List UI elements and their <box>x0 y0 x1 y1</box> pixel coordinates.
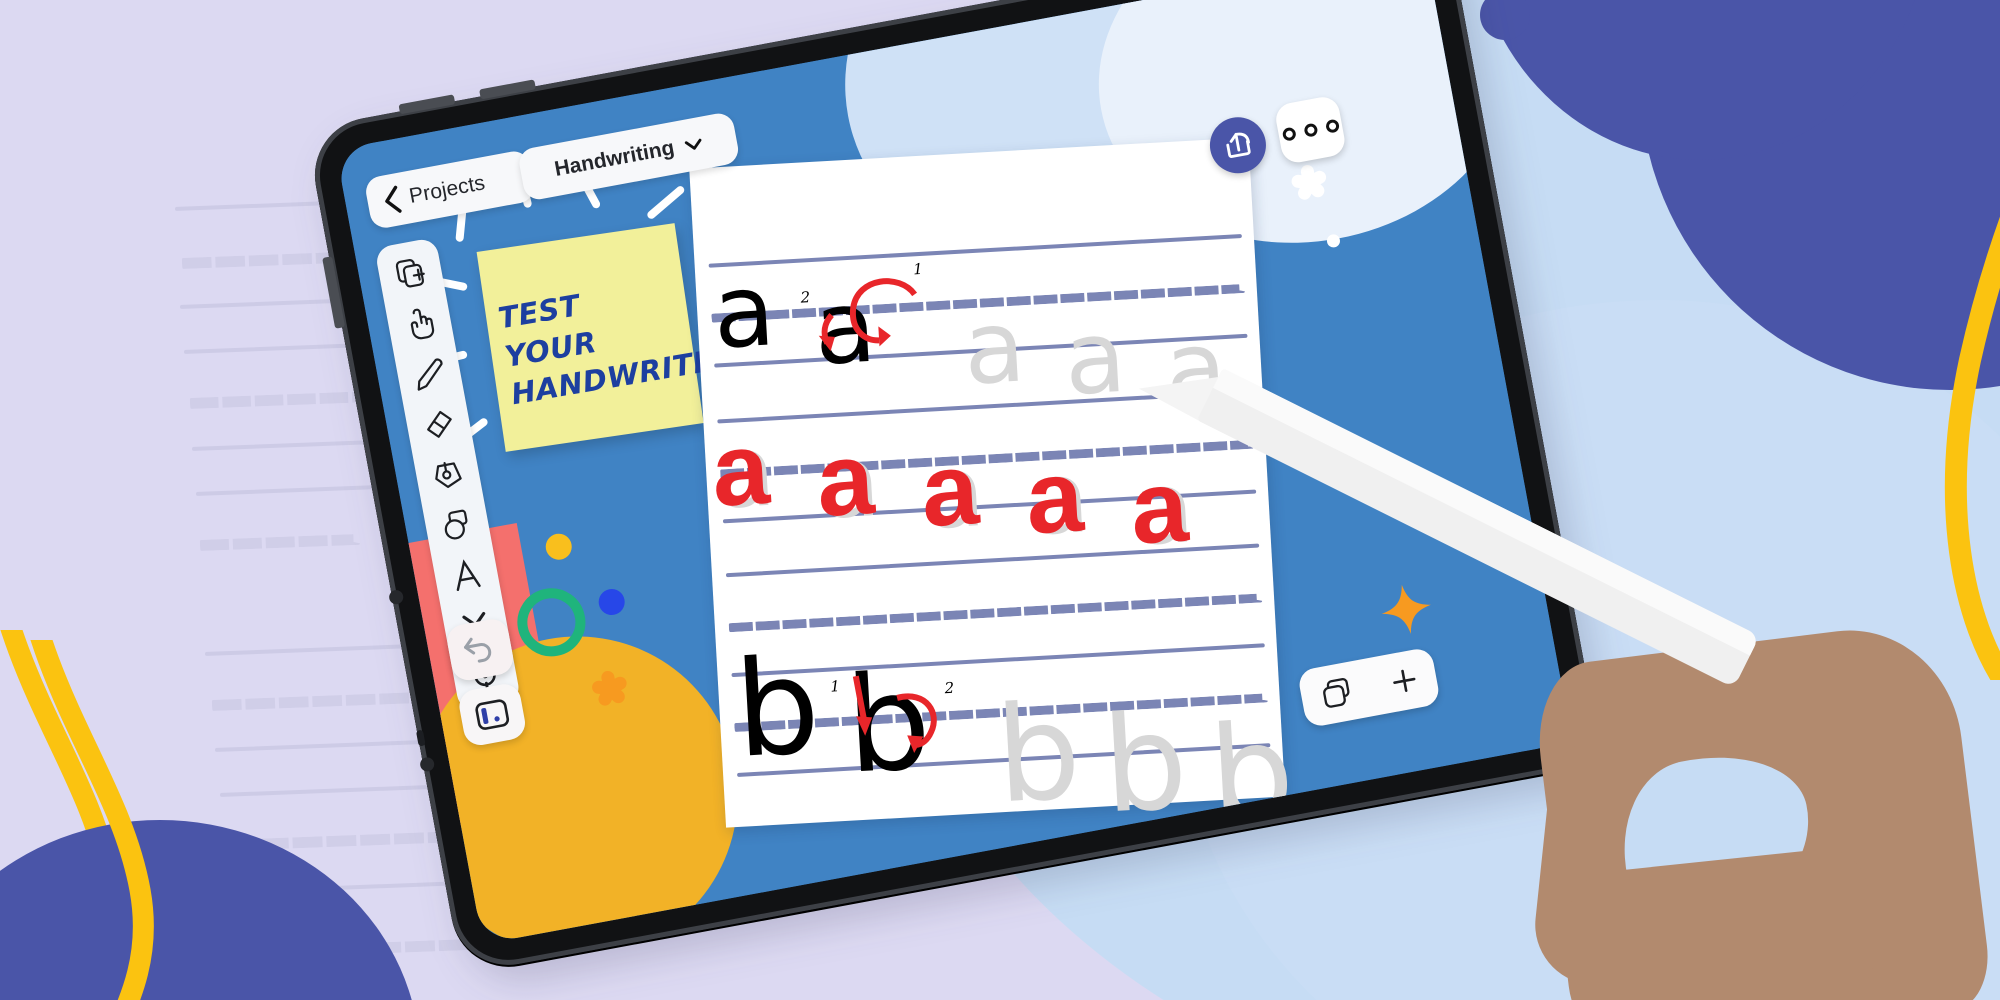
model-letter: b <box>731 629 824 788</box>
sticky-note[interactable]: Test Your Handwriting <box>476 223 756 452</box>
trace-letter: a <box>1061 297 1129 418</box>
eraser-icon <box>427 410 452 438</box>
more-dots-icon <box>1324 118 1340 134</box>
shapes-icon <box>444 509 468 540</box>
back-to-projects-label: Projects <box>407 171 487 208</box>
pages-icon[interactable] <box>1317 675 1356 713</box>
ink-letter: a <box>1127 448 1191 566</box>
hand-icon <box>410 308 435 340</box>
shape-tool[interactable] <box>430 498 484 552</box>
stroke-arrow-icon <box>852 675 937 754</box>
add-page-tool[interactable] <box>384 247 438 301</box>
text-a-icon <box>456 559 481 592</box>
eraser-tool[interactable] <box>412 398 466 452</box>
handwriting-worksheet[interactable]: a a 2 1 a a a a a a a a a a a a a b b 1 … <box>689 137 1298 853</box>
more-options-button[interactable] <box>1273 94 1348 166</box>
rule-line <box>708 233 1242 268</box>
canvas-white-flower-icon <box>1285 159 1336 210</box>
stroke-arrow-icon <box>818 278 918 352</box>
ink-letter: a <box>1022 438 1086 556</box>
trace-letter: b <box>1098 684 1192 844</box>
ink-letter: a <box>918 431 982 549</box>
background-yellow-curve-left-2 <box>30 640 154 1000</box>
share-icon <box>1226 132 1251 158</box>
ink-drop-icon <box>435 462 462 488</box>
add-page-icon <box>395 259 425 288</box>
pen-tool[interactable] <box>402 348 456 402</box>
pen-icon <box>417 358 443 391</box>
ink-letter: a <box>708 410 772 528</box>
ink-tool[interactable] <box>421 448 475 502</box>
model-letter: a <box>710 251 778 372</box>
chevron-left-icon <box>385 185 402 213</box>
hand-with-stylus <box>1480 560 2000 1000</box>
star-sparkle-icon <box>1381 584 1431 634</box>
trace-letter: a <box>960 287 1029 408</box>
project-title-label: Handwriting <box>552 136 677 181</box>
trace-letter: b <box>992 674 1085 834</box>
text-tool[interactable] <box>440 548 494 602</box>
canvas-orange-flower-icon <box>585 665 636 716</box>
more-dots-icon <box>1302 122 1318 138</box>
more-dots-icon <box>1281 126 1297 142</box>
plus-icon[interactable] <box>1388 665 1421 698</box>
undo-arrow-icon <box>464 637 492 663</box>
sticky-note-text: Test Your Handwriting <box>495 270 756 414</box>
ink-letter: a <box>813 420 877 538</box>
scene-root: Test Your Handwriting a a 2 1 <box>0 0 2000 1000</box>
hand-tool[interactable] <box>393 297 447 351</box>
chevron-down-icon <box>684 138 702 150</box>
rule-line-dashed <box>728 593 1263 633</box>
layout-frame-icon <box>475 699 510 730</box>
